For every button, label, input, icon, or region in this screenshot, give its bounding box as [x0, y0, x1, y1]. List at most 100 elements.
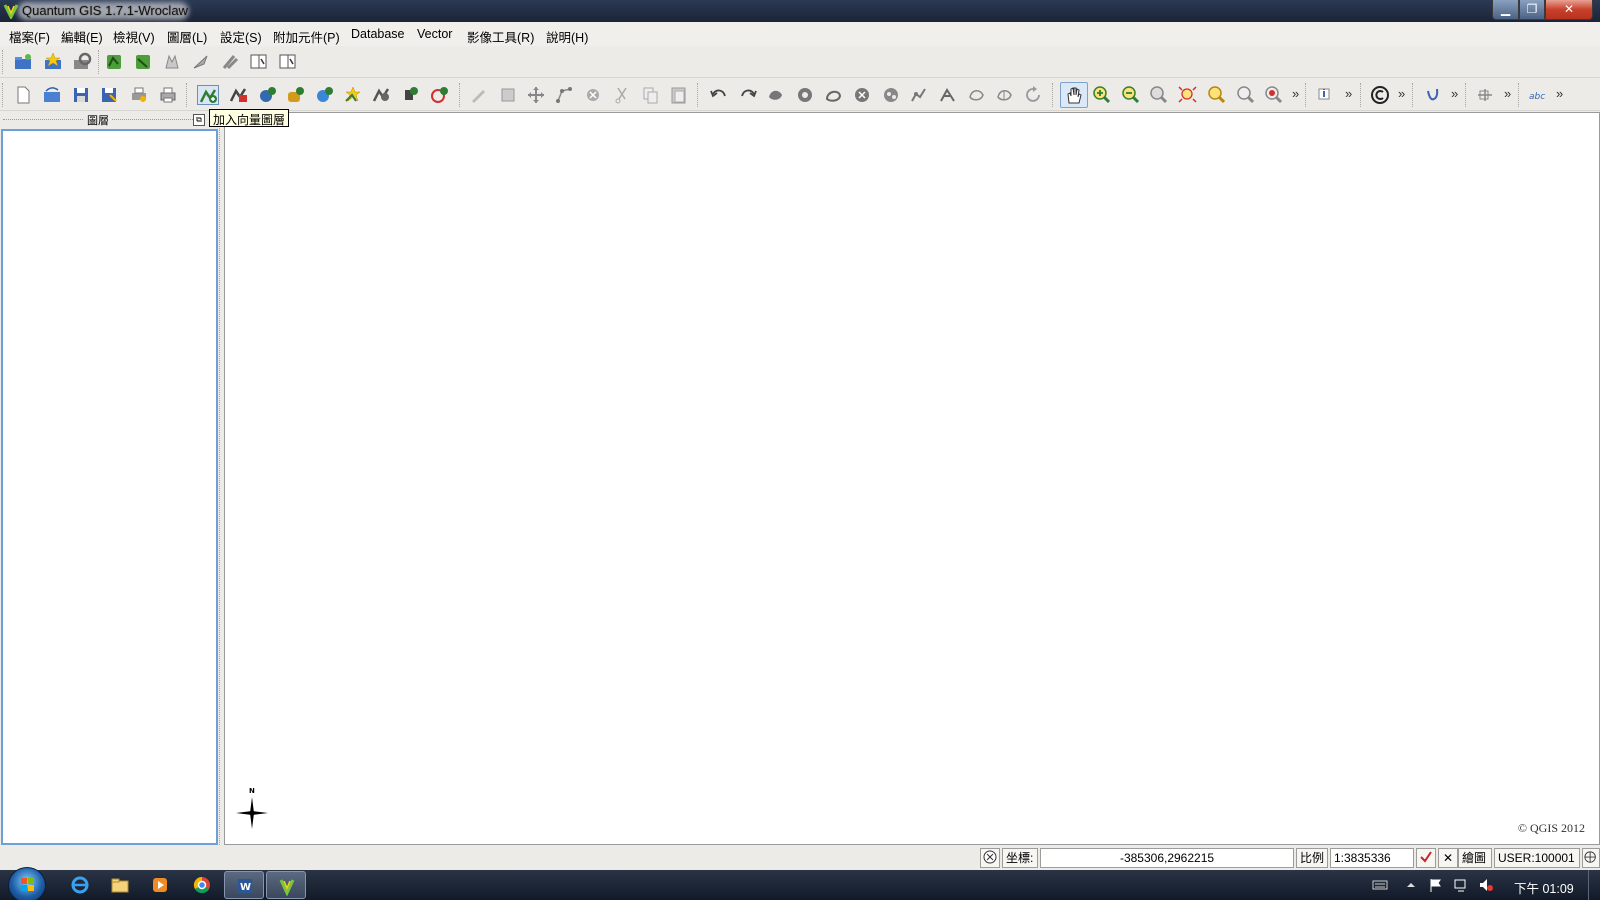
menu-raster[interactable]: 影像工具(R) — [467, 27, 534, 46]
menu-plugins[interactable]: 附加元件(P) — [273, 27, 340, 46]
maximize-button[interactable]: ❐ — [1519, 0, 1545, 20]
add-spatialite-layer-icon[interactable] — [284, 85, 306, 105]
add-raster-layer-icon[interactable] — [228, 85, 250, 105]
menu-layer[interactable]: 圖層(L) — [167, 27, 207, 46]
zoom-layer-icon[interactable] — [1206, 85, 1228, 105]
add-plugin-layer-icon[interactable] — [428, 85, 450, 105]
add-part-icon[interactable] — [823, 85, 845, 105]
reshape-icon[interactable] — [908, 85, 930, 105]
zoom-last-icon[interactable] — [1263, 85, 1285, 105]
pencil-icon[interactable] — [468, 85, 490, 105]
crs-status[interactable]: USER:100001 — [1494, 848, 1580, 868]
menu-vector[interactable]: Vector — [417, 27, 452, 41]
tray-expand-icon[interactable] — [1403, 877, 1419, 893]
stop-render-button[interactable]: ✕ — [1438, 848, 1458, 868]
arrow-icon[interactable] — [190, 52, 212, 72]
zoom-out-icon[interactable] — [1120, 85, 1142, 105]
remove-layer-icon[interactable] — [161, 52, 183, 72]
toolbar-overflow-chevron[interactable]: » — [1292, 86, 1299, 101]
offset-curve-icon[interactable] — [937, 85, 959, 105]
zoom-selection-icon[interactable] — [1235, 85, 1257, 105]
add-vector-layer-icon[interactable] — [197, 85, 219, 105]
add-postgis-layer-icon[interactable] — [256, 85, 278, 105]
action-center-flag-icon[interactable] — [1428, 877, 1444, 893]
taskbar-clock[interactable]: 下午 01:09 — [1514, 878, 1574, 897]
label-tool-icon[interactable]: abc — [1527, 85, 1549, 105]
menu-file[interactable]: 檔案(F) — [9, 27, 50, 46]
internet-explorer-icon[interactable] — [60, 871, 100, 899]
keyboard-icon[interactable] — [1372, 877, 1388, 893]
panel-splitter[interactable] — [219, 112, 223, 845]
print-composer-icon[interactable] — [128, 85, 150, 105]
delete-selected-icon[interactable] — [582, 85, 604, 105]
delete-part-icon[interactable] — [880, 85, 902, 105]
volume-muted-icon[interactable] — [1478, 877, 1494, 893]
media-player-icon[interactable] — [140, 871, 180, 899]
map-canvas[interactable]: N © QGIS 2012 — [224, 112, 1600, 845]
redo-icon[interactable] — [737, 85, 759, 105]
add-wms-layer-icon[interactable] — [313, 85, 335, 105]
layers-list[interactable] — [1, 129, 218, 845]
toolbar-handle[interactable] — [2, 50, 5, 74]
move-feature-icon[interactable] — [525, 85, 547, 105]
paste-icon[interactable] — [668, 85, 690, 105]
file-explorer-icon[interactable] — [100, 871, 140, 899]
word-icon[interactable]: W — [224, 871, 264, 899]
crs-globe-icon[interactable] — [1582, 848, 1600, 868]
network-icon[interactable] — [1453, 877, 1469, 893]
qgis-taskbar-icon[interactable] — [266, 871, 306, 899]
identify-icon[interactable] — [1315, 85, 1337, 105]
float-panel-button[interactable]: ⧉ — [193, 114, 205, 126]
toolbar-overflow-chevron-2[interactable]: » — [1345, 86, 1352, 101]
add-ring-icon[interactable] — [794, 85, 816, 105]
pan-hand-icon[interactable] — [1060, 82, 1088, 108]
save-as-icon[interactable] — [98, 85, 120, 105]
zoom-full-icon[interactable] — [1177, 85, 1199, 105]
simplify-icon[interactable] — [765, 85, 787, 105]
coord-toggle-icon[interactable] — [980, 848, 1000, 868]
toolbar-overflow-chevron-4[interactable]: » — [1451, 86, 1458, 101]
toolbar-overflow-chevron-6[interactable]: » — [1556, 86, 1563, 101]
coord-field[interactable]: -385306,2962215 — [1040, 848, 1294, 868]
settings-gear-icon[interactable] — [71, 52, 93, 72]
new-file-icon[interactable] — [12, 85, 34, 105]
toolbar-overflow-chevron-3[interactable]: » — [1398, 86, 1405, 101]
start-button[interactable] — [8, 867, 46, 900]
remove-layer-icon-2[interactable] — [371, 85, 393, 105]
undo-icon[interactable] — [708, 85, 730, 105]
open-project-icon[interactable] — [41, 85, 63, 105]
plugin-python-icon[interactable] — [1422, 85, 1444, 105]
add-vector-green-icon[interactable] — [103, 52, 125, 72]
menu-database[interactable]: Database — [351, 27, 405, 41]
menu-view[interactable]: 檢視(V) — [113, 27, 155, 46]
zoom-native-icon[interactable] — [1148, 85, 1170, 105]
rotate-point-icon[interactable] — [1023, 85, 1045, 105]
new-shapefile-icon[interactable] — [342, 85, 364, 105]
print-icon[interactable] — [157, 85, 179, 105]
render-check-icon[interactable] — [1416, 848, 1436, 868]
toolbar-handle[interactable] — [2, 83, 5, 107]
toolbar-overflow-chevron-5[interactable]: » — [1504, 86, 1511, 101]
chrome-icon[interactable] — [182, 871, 222, 899]
menu-settings[interactable]: 設定(S) — [220, 27, 262, 46]
tools-icon[interactable] — [219, 52, 241, 72]
book-icon[interactable] — [248, 52, 270, 72]
new-project-star-icon[interactable] — [42, 52, 64, 72]
add-vector-green-2-icon[interactable] — [132, 52, 154, 72]
copy-icon[interactable] — [640, 85, 662, 105]
node-tool-icon[interactable] — [554, 85, 576, 105]
book-2-icon[interactable] — [277, 52, 299, 72]
save-icon[interactable] — [70, 85, 92, 105]
merge-icon[interactable] — [994, 85, 1016, 105]
open-folder-icon[interactable] — [12, 52, 34, 72]
menu-edit[interactable]: 編輯(E) — [61, 27, 103, 46]
copyright-label-icon[interactable] — [1369, 85, 1391, 105]
save-edits-icon[interactable] — [497, 85, 519, 105]
close-button[interactable]: ✕ — [1545, 0, 1593, 20]
zoom-in-icon[interactable] — [1091, 85, 1113, 105]
add-wfs-layer-icon[interactable] — [399, 85, 421, 105]
gps-tool-icon[interactable] — [1474, 85, 1496, 105]
cut-icon[interactable] — [611, 85, 633, 105]
menu-help[interactable]: 說明(H) — [546, 27, 588, 46]
scale-field[interactable]: 1:3835336 — [1330, 848, 1414, 868]
